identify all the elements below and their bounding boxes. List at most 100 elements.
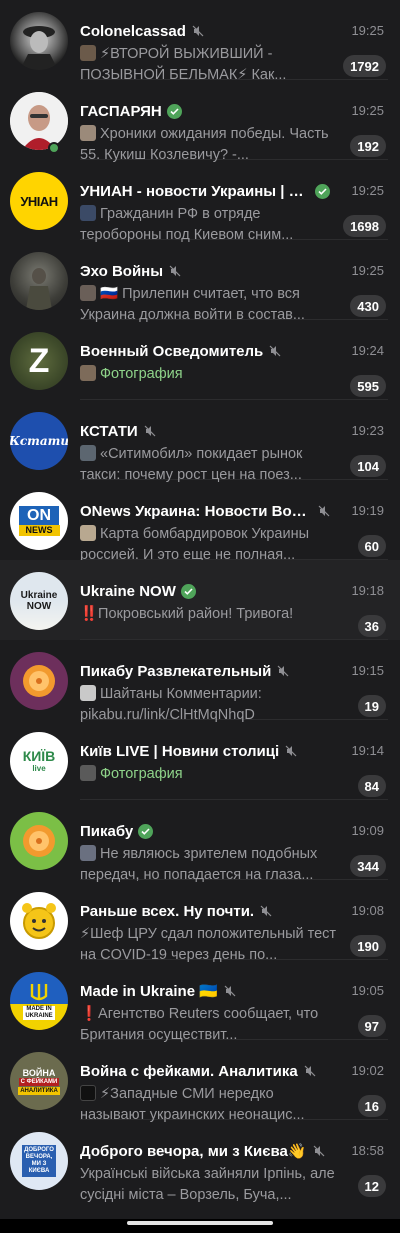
- avatar: MADE IN UKRAINE: [10, 972, 68, 1030]
- chat-title: Военный Осведомитель: [80, 342, 264, 360]
- chat-row[interactable]: Раньше всех. Ну почти. 19:08 ⚡Шеф ЦРУ сд…: [0, 880, 400, 963]
- pikabu-logo-icon: [23, 825, 55, 857]
- unread-badge: 344: [350, 855, 386, 877]
- chat-content: Colonelcassad 19:25 ⚡ВТОРОЙ ВЫЖИВШИЙ - П…: [80, 0, 388, 83]
- chat-content: Доброго вечора, ми з Києва👋 18:58 Україн…: [80, 1120, 388, 1203]
- chat-time: 19:08: [351, 903, 384, 918]
- chat-title: Раньше всех. Ну почти.: [80, 902, 255, 920]
- unread-badge: 16: [357, 1095, 386, 1117]
- unread-badge: 19: [357, 695, 386, 717]
- chat-time: 19:02: [351, 1063, 384, 1078]
- chat-content: Made in Ukraine 🇺🇦 19:05 ❗Агентство Reut…: [80, 960, 388, 1043]
- avatar: [10, 652, 68, 710]
- photo-thumbnail-icon: [80, 365, 96, 381]
- chat-title: Эхо Войны: [80, 262, 164, 280]
- person-portrait-icon: [10, 92, 68, 150]
- chat-row[interactable]: Кстати КСТАТИ 19:23 «Ситимобил» покидает…: [0, 400, 400, 483]
- avatar-text: Ukraine NOW: [20, 590, 58, 612]
- chat-row[interactable]: ON NEWS ONews Украина: Новости Вой... 19…: [0, 480, 400, 563]
- avatar: УНІАН: [10, 172, 68, 230]
- unread-badge: 60: [357, 535, 386, 557]
- preview-thumbnail-icon: [80, 285, 96, 301]
- avatar-text: ДОБРОГО ВЕЧОРА, МИ З КИЄВА: [22, 1145, 56, 1177]
- preview-thumbnail-icon: [80, 525, 96, 541]
- avatar: [10, 92, 68, 150]
- verified-icon: [166, 103, 182, 119]
- avatar-text: ON: [19, 506, 59, 525]
- pikabu-logo-icon: [23, 665, 55, 697]
- unread-badge: 104: [350, 455, 386, 477]
- muted-icon: [192, 25, 204, 37]
- chat-row[interactable]: Эхо Войны 19:25 🇷🇺 Прилепин считает, что…: [0, 240, 400, 323]
- chat-row[interactable]: Пикабу 19:09 Не являюсь зрителем подобны…: [0, 800, 400, 883]
- photo-thumbnail-icon: [80, 765, 96, 781]
- avatar-text: АНАЛИТИКА: [18, 1086, 60, 1095]
- officer-portrait-icon: [20, 26, 58, 70]
- chat-row[interactable]: КИЇВ live Київ LIVE | Новини столиці 19:…: [0, 720, 400, 800]
- chat-content: Пикабу Развлекательный 19:15 Шайтаны Ком…: [80, 640, 388, 723]
- muted-icon: [318, 505, 330, 517]
- soldier-photo-icon: [26, 268, 52, 310]
- unread-badge: 36: [357, 615, 386, 637]
- muted-icon: [277, 665, 289, 677]
- unread-badge: 192: [350, 135, 386, 157]
- chat-row[interactable]: Пикабу Развлекательный 19:15 Шайтаны Ком…: [0, 640, 400, 723]
- unread-badge: 12: [357, 1175, 386, 1197]
- chat-time: 19:25: [351, 103, 384, 118]
- avatar: [10, 252, 68, 310]
- muted-icon: [144, 425, 156, 437]
- unread-badge: 84: [357, 775, 386, 797]
- chat-content: Война с фейками. Аналитика 19:02 ⚡Западн…: [80, 1040, 388, 1123]
- chat-time: 18:58: [351, 1143, 384, 1158]
- avatar: [10, 12, 68, 70]
- chat-title: Colonelcassad: [80, 22, 186, 40]
- chat-title: Война с фейками. Аналитика: [80, 1062, 298, 1080]
- chat-content: Эхо Войны 19:25 🇷🇺 Прилепин считает, что…: [80, 240, 388, 323]
- avatar-text: УНІАН: [20, 193, 58, 209]
- avatar-text: Z: [28, 341, 50, 380]
- chat-row[interactable]: УНІАН УНИАН - новости Украины | в... 19:…: [0, 160, 400, 243]
- online-indicator: [48, 142, 60, 154]
- unread-badge: 1792: [343, 55, 386, 77]
- muted-icon: [224, 985, 236, 997]
- home-indicator[interactable]: [127, 1221, 273, 1225]
- verified-icon: [315, 183, 330, 199]
- chat-row[interactable]: ГАСПАРЯН 19:25 Хроники ожидания победы. …: [0, 80, 400, 163]
- chat-title: ONews Украина: Новости Вой...: [80, 502, 312, 520]
- avatar: ON NEWS: [10, 492, 68, 550]
- chat-row[interactable]: Colonelcassad 19:25 ⚡ВТОРОЙ ВЫЖИВШИЙ - П…: [0, 0, 400, 83]
- chat-row[interactable]: Z Военный Осведомитель 19:24 Фотография …: [0, 320, 400, 400]
- chat-row[interactable]: ВОЙНА С ФЕЙКАМИ АНАЛИТИКА Война с фейкам…: [0, 1040, 400, 1123]
- unread-badge: 430: [350, 295, 386, 317]
- chat-content: Военный Осведомитель 19:24 Фотография 59…: [80, 320, 388, 400]
- chat-time: 19:05: [351, 983, 384, 998]
- chat-title: ГАСПАРЯН: [80, 102, 162, 120]
- avatar: КИЇВ live: [10, 732, 68, 790]
- chat-content: Київ LIVE | Новини столиці 19:14 Фотогра…: [80, 720, 388, 800]
- alarm-clock-icon: [22, 903, 56, 939]
- verified-icon: [138, 823, 154, 839]
- chat-row[interactable]: ДОБРОГО ВЕЧОРА, МИ З КИЄВА Доброго вечор…: [0, 1120, 400, 1203]
- muted-icon: [260, 905, 272, 917]
- avatar-text: С ФЕЙКАМИ: [18, 1077, 60, 1086]
- chat-title: Made in Ukraine 🇺🇦: [80, 983, 218, 1000]
- preview-thumbnail-icon: [80, 445, 96, 461]
- chat-content: Раньше всех. Ну почти. 19:08 ⚡Шеф ЦРУ сд…: [80, 880, 388, 963]
- chat-preview: Українські війська зайняли Ірпінь, але с…: [80, 1166, 335, 1203]
- muted-icon: [269, 345, 281, 357]
- video-thumbnail-icon: [80, 205, 96, 221]
- chat-title: Пикабу: [80, 822, 134, 840]
- chat-time: 19:25: [351, 23, 384, 38]
- chat-content: Пикабу 19:09 Не являюсь зрителем подобны…: [80, 800, 388, 883]
- chat-time: 19:23: [351, 423, 384, 438]
- unread-badge: 190: [350, 935, 386, 957]
- avatar-text: ВОЙНА: [22, 1067, 56, 1078]
- chat-row[interactable]: MADE IN UKRAINE Made in Ukraine 🇺🇦 19:05…: [0, 960, 400, 1043]
- chat-content: ONews Украина: Новости Вой... 19:19 Карт…: [80, 480, 388, 563]
- unread-badge: 1698: [343, 215, 386, 237]
- avatar-text: live: [32, 764, 46, 773]
- chat-title: УНИАН - новости Украины | в...: [80, 182, 310, 200]
- unread-badge: 97: [357, 1015, 386, 1037]
- avatar: Кстати: [10, 412, 68, 470]
- chat-row[interactable]: Ukraine NOW Ukraine NOW 19:18 ‼️Покровсь…: [0, 560, 400, 640]
